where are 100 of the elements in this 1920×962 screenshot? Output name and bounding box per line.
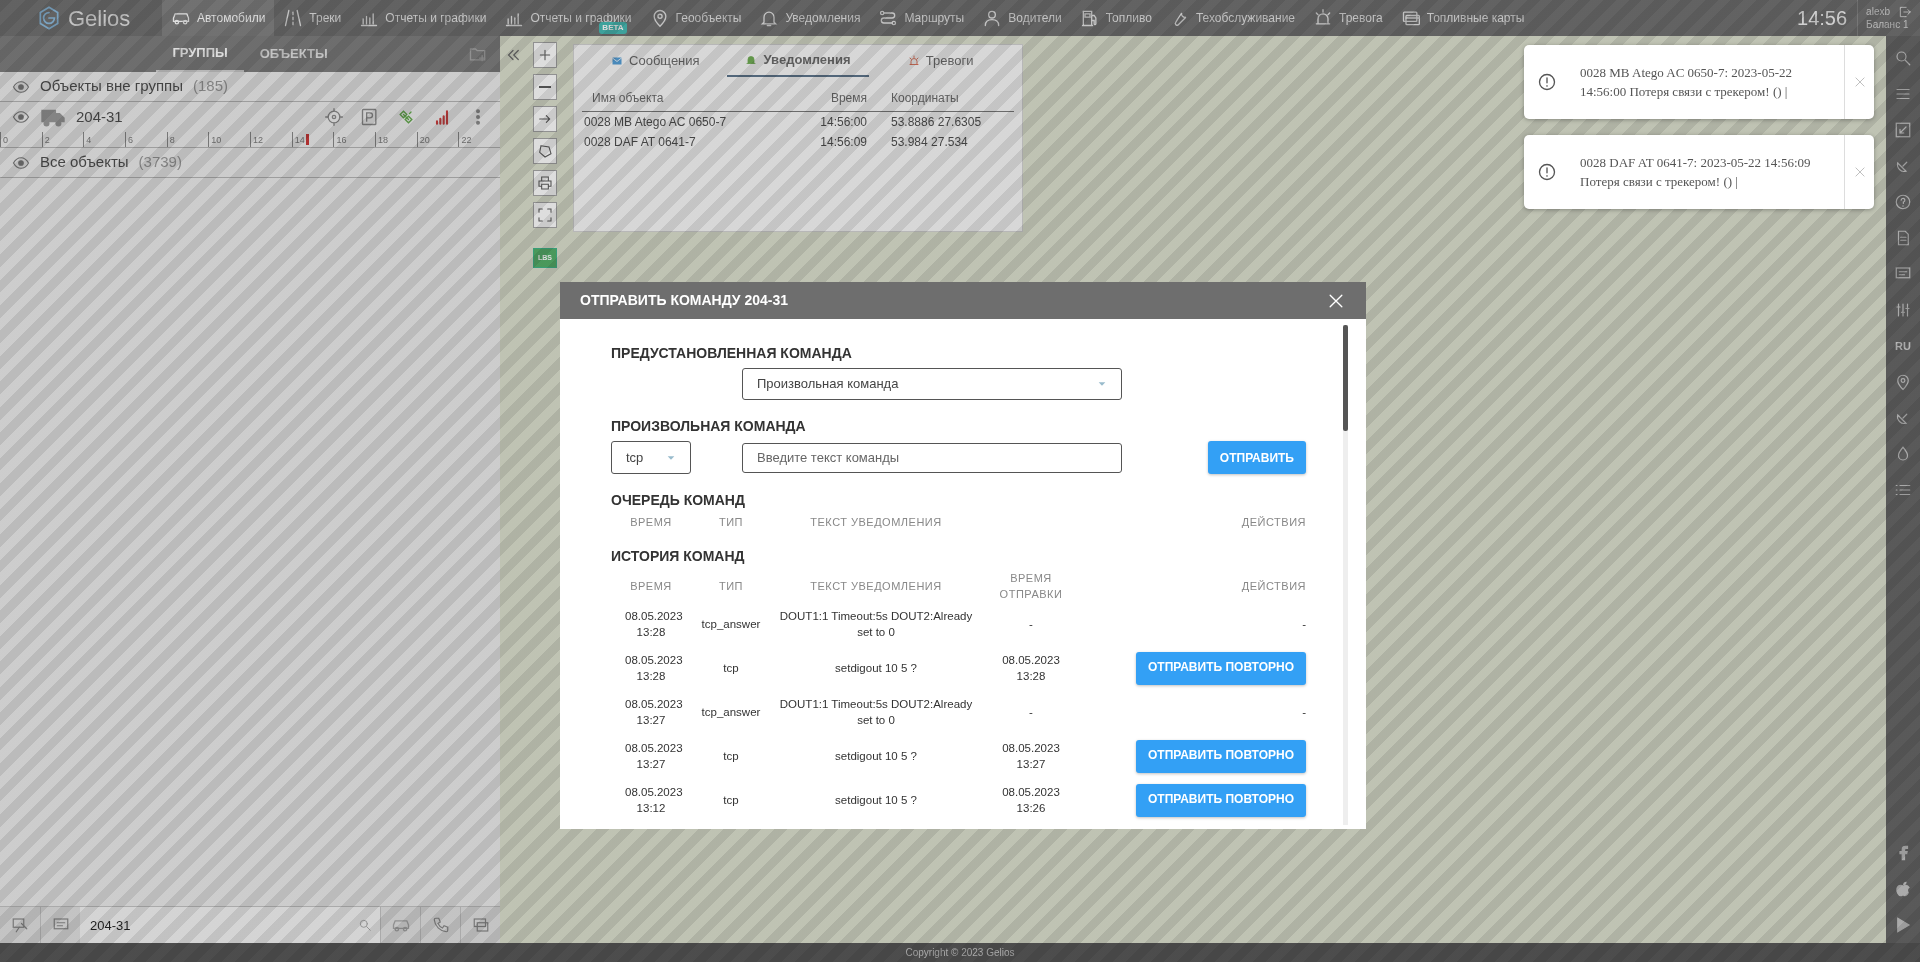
- table-cell: -: [1302, 705, 1306, 718]
- nav-tab[interactable]: Геообъекты: [640, 0, 751, 36]
- user-name: alexb: [1866, 5, 1890, 18]
- table-cell-text: 08.05.2023 13:27: [1001, 740, 1061, 773]
- tick-label: 4: [83, 132, 125, 147]
- tick-label: 0: [0, 132, 42, 147]
- command-select[interactable]: Произвольная команда: [742, 368, 1122, 400]
- panel-tab[interactable]: Сообщения: [584, 45, 727, 77]
- apple-icon: [1894, 880, 1912, 898]
- nav-tab[interactable]: Топливные карты: [1391, 0, 1534, 36]
- panel-tab[interactable]: ОБЪЕКТЫ: [243, 36, 344, 72]
- column-header: ВРЕМЯ ОТПРАВКИ: [998, 571, 1064, 602]
- table-cell-text: 08.05.2023 13:27: [624, 696, 684, 729]
- tick-label: 12: [250, 132, 292, 147]
- table-cell-text: tcp: [722, 660, 740, 676]
- table-cell-text: tcp: [722, 792, 740, 808]
- group-name[interactable]: Объекты вне группы: [40, 75, 183, 98]
- column-header: ТИП: [717, 579, 744, 595]
- nav-tab[interactable]: Уведомления: [750, 0, 870, 36]
- search-icon: [358, 918, 372, 932]
- search-icon: [1894, 49, 1912, 67]
- nav-tab[interactable]: Тревога: [1304, 0, 1392, 36]
- resend-button[interactable]: ОТПРАВИТЬ ПОВТОРНО: [1135, 783, 1306, 817]
- nav-tab[interactable]: Маршруты: [869, 0, 974, 36]
- nav-tab[interactable]: Техобслуживание: [1160, 0, 1304, 36]
- column-header: ДЕЙСТВИЯ: [1240, 579, 1306, 595]
- parking-icon[interactable]: [360, 107, 380, 127]
- panel-tab[interactable]: Уведомления: [726, 45, 870, 77]
- tick-label: 20: [416, 132, 459, 147]
- nav-tab[interactable]: Отчеты и графики: [350, 0, 496, 36]
- help-icon: [1894, 193, 1912, 211]
- table-cell-text: 08.05.2023 13:28: [624, 652, 684, 685]
- nav-tab[interactable]: Водители: [973, 0, 1071, 36]
- target-icon[interactable]: [324, 107, 344, 127]
- send-button[interactable]: ОТПРАВИТЬ: [1207, 441, 1306, 474]
- section-label: ПРОИЗВОЛЬНАЯ КОМАНДА: [611, 417, 807, 436]
- tick-label: 6: [125, 132, 167, 147]
- column-header: ДЕЙСТВИЯ: [1240, 515, 1306, 530]
- command-input[interactable]: Введите текст команды: [742, 442, 1122, 473]
- alert-icon: [1537, 162, 1557, 182]
- panel-tab[interactable]: ГРУППЫ: [156, 36, 244, 72]
- phone-icon: [431, 916, 450, 934]
- object-name[interactable]: 204-31: [76, 105, 123, 129]
- table-cell-text: tcp_answer: [700, 704, 762, 720]
- column-header: ТЕКСТ УВЕДОМЛЕНИЯ: [809, 579, 943, 595]
- fullscreen-icon: [537, 207, 553, 223]
- panel-tab[interactable]: Тревоги: [869, 45, 1012, 77]
- table-cell-text: 08.05.2023 13:12: [624, 784, 684, 817]
- tick-label: 18: [375, 132, 417, 147]
- table-cell-text: -: [1028, 616, 1034, 632]
- table-cell-text: 0028 DAF AT 0641-7: [583, 134, 697, 151]
- column-header: ТИП: [717, 515, 744, 530]
- plus-icon: [537, 47, 553, 63]
- column-header: ВРЕМЯ: [629, 579, 673, 595]
- logout-icon[interactable]: [1898, 4, 1912, 19]
- table-cell-text: 0028 MB Atego AC 0650-7: [583, 114, 728, 131]
- alert-icon: [1537, 72, 1557, 92]
- nav-tab[interactable]: Треки: [274, 0, 351, 36]
- copyright-text: Copyright © 2023 Gelios: [0, 943, 1920, 962]
- close-icon: [1852, 75, 1867, 89]
- balance-text: Баланс 1: [1866, 18, 1910, 32]
- column-header: ВРЕМЯ: [629, 515, 673, 530]
- siren-icon: [907, 55, 920, 67]
- section-label: ОЧЕРЕДЬ КОМАНД: [611, 491, 746, 510]
- resend-button[interactable]: ОТПРАВИТЬ ПОВТОРНО: [1135, 739, 1306, 773]
- column-header: Время: [829, 90, 867, 107]
- beta-badge: BETA: [599, 22, 627, 34]
- print-icon: [537, 175, 553, 191]
- road-icon: [283, 8, 304, 28]
- resend-button[interactable]: ОТПРАВИТЬ ПОВТОРНО: [1135, 651, 1306, 685]
- language-button[interactable]: RU: [1886, 328, 1920, 364]
- nav-tab[interactable]: Автомобили: [162, 0, 275, 36]
- arrow-button[interactable]: [533, 106, 557, 132]
- toast-message: 0028 DAF AT 0641-7: 2023-05-22 14:56:09 Потеря связи с трекером! () |: [1579, 153, 1812, 191]
- print-button[interactable]: [533, 170, 557, 196]
- group-count: (185): [192, 76, 228, 97]
- table-cell-text: 53.984 27.534: [890, 134, 969, 151]
- polygon-button[interactable]: [533, 138, 557, 164]
- satellite-icon[interactable]: [396, 107, 416, 127]
- tick-label: 2: [41, 132, 84, 147]
- type-select[interactable]: tcp: [611, 441, 691, 474]
- nav-tab[interactable]: Отчеты и графики BETA: [495, 0, 641, 36]
- nav-tab[interactable]: Топливо: [1070, 0, 1161, 36]
- section-label: ИСТОРИЯ КОМАНД: [611, 547, 746, 567]
- table-cell-text: 08.05.2023 13:28: [1001, 652, 1061, 685]
- zoom-out-button[interactable]: [533, 74, 557, 100]
- fuel-pump-icon: [1079, 8, 1100, 28]
- route-icon: [878, 8, 899, 28]
- section-label: ПРЕДУСТАНОВЛЕННАЯ КОМАНДА: [611, 344, 853, 363]
- table-cell-text: setdigout 10 5 ?: [834, 792, 918, 808]
- table-cell-text: setdigout 10 5 ?: [834, 660, 918, 676]
- table-cell-text: 08.05.2023 13:26: [1001, 784, 1061, 817]
- table-cell-text: -: [1028, 704, 1034, 720]
- table-cell-text: 14:56:09: [819, 134, 867, 151]
- eye-icon[interactable]: [12, 108, 30, 126]
- zoom-in-button[interactable]: [533, 42, 557, 68]
- logo-icon: [36, 5, 62, 31]
- envelope-icon: [611, 55, 624, 67]
- fullscreen-button[interactable]: [533, 202, 557, 228]
- group-name[interactable]: Все объекты: [40, 151, 129, 174]
